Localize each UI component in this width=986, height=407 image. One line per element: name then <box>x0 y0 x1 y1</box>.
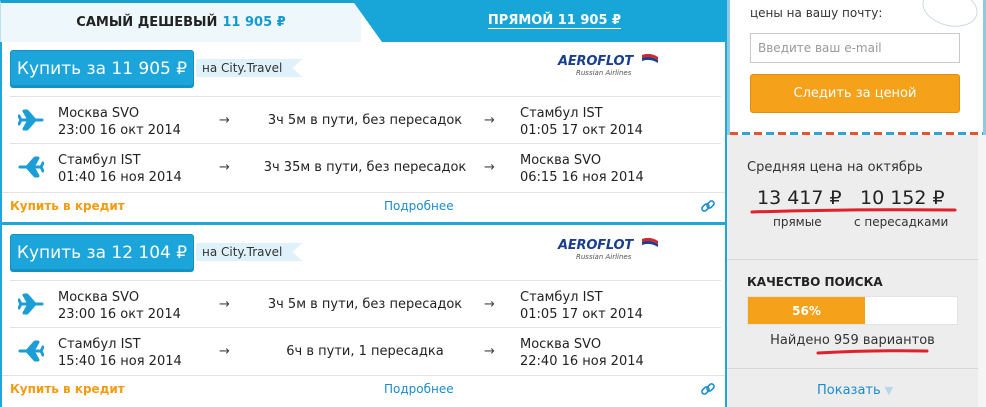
arrow-icon: → <box>484 160 495 175</box>
average-price: Средняя цена на октябрь 13 417 ₽ 10 152 … <box>727 138 978 260</box>
buy-button[interactable]: Купить за 12 104 ₽ <box>10 234 194 272</box>
departure: Стамбул IST 01:40 16 ноя 2014 <box>58 152 182 186</box>
airplane-icon <box>18 156 44 178</box>
departure: Стамбул IST 15:40 16 ноя 2014 <box>58 336 182 370</box>
tab-direct-label: ПРЯМОЙ 11 905 ₽ <box>487 13 622 29</box>
email-field[interactable] <box>750 33 960 63</box>
tab-cheapest-label: САМЫЙ ДЕШЕВЫЙ <box>76 15 218 30</box>
sidebar: цены на вашу почту: Следить за ценой Сре… <box>727 0 986 407</box>
credit-link[interactable]: Купить в кредит <box>10 382 125 396</box>
arrival: Москва SVO 22:40 16 ноя 2014 <box>520 336 644 370</box>
airline-subtitle: Russian Airlines <box>576 69 632 77</box>
link-icon[interactable] <box>700 381 716 397</box>
average-title: Средняя цена на октябрь <box>747 160 923 175</box>
arrow-icon: → <box>219 344 230 359</box>
airline-logo: AEROFLOT Russian Airlines <box>558 54 658 84</box>
arrow-icon: → <box>219 160 230 175</box>
duration: 3ч 35м в пути, без пересадок <box>263 160 467 175</box>
arrival: Москва SVO 06:15 16 ноя 2014 <box>520 152 644 186</box>
departure-city: Москва SVO <box>58 290 140 305</box>
highlight-underline <box>816 349 929 355</box>
details-link[interactable]: Подробнее <box>384 382 454 396</box>
duration: 3ч 5м в пути, без пересадок <box>267 113 463 128</box>
arrow-icon: → <box>484 297 495 312</box>
departure-city: Стамбул IST <box>58 337 141 352</box>
arrival-city: Стамбул IST <box>520 290 603 305</box>
departure-city: Москва SVO <box>58 106 140 121</box>
average-direct-label: прямые <box>773 215 822 229</box>
highlight-underline <box>750 208 957 214</box>
stamp-icon <box>918 0 982 33</box>
tab-cheapest[interactable]: САМЫЙ ДЕШЕВЫЙ 11 905 ₽ <box>0 0 361 42</box>
show-button[interactable]: Показать ▼ <box>817 383 893 398</box>
arrival-time: 01:05 17 окт 2014 <box>520 307 643 322</box>
arrival: Стамбул IST 01:05 17 окт 2014 <box>520 105 643 139</box>
result-card: Купить за 12 104 ₽ на City.Travel AEROFL… <box>0 222 727 407</box>
card-footer: Купить в кредит Подробнее <box>2 375 725 401</box>
card-footer: Купить в кредит Подробнее <box>2 192 725 218</box>
flight-segment[interactable]: Стамбул IST 01:40 16 ноя 2014 → 3ч 35м в… <box>10 143 721 190</box>
agent-label: на City.Travel <box>196 59 302 77</box>
tab-direct[interactable]: ПРЯМОЙ 11 905 ₽ <box>352 0 727 42</box>
arrival: Стамбул IST 01:05 17 окт 2014 <box>520 289 643 323</box>
airplane-icon <box>18 109 44 131</box>
airplane-icon <box>18 293 44 315</box>
departure-time: 15:40 16 ноя 2014 <box>58 354 182 369</box>
departure: Москва SVO 23:00 16 окт 2014 <box>58 105 181 139</box>
credit-link[interactable]: Купить в кредит <box>10 199 125 213</box>
sort-tabs: САМЫЙ ДЕШЕВЫЙ 11 905 ₽ ПРЯМОЙ 11 905 ₽ <box>0 0 727 42</box>
arrow-icon: → <box>219 297 230 312</box>
airline-logo: AEROFLOT Russian Airlines <box>558 238 658 268</box>
tab-cheapest-price: 11 905 ₽ <box>222 15 286 30</box>
duration: 6ч в пути, 1 пересадка <box>286 344 444 359</box>
arrow-icon: → <box>484 344 495 359</box>
show-label: Показать <box>817 383 881 398</box>
quality-title: КАЧЕСТВО ПОИСКА <box>747 275 883 289</box>
average-transfer-label: с пересадками <box>854 215 949 229</box>
subscribe-text: цены на вашу почту: <box>750 6 883 20</box>
average-direct-price[interactable]: 13 417 ₽ <box>757 187 842 209</box>
departure-time: 23:00 16 окт 2014 <box>58 307 181 322</box>
buy-button[interactable]: Купить за 11 905 ₽ <box>10 50 194 88</box>
duration: 3ч 5м в пути, без пересадок <box>267 297 463 312</box>
arrow-icon: → <box>219 113 230 128</box>
arrival-city: Москва SVO <box>520 153 602 168</box>
flight-segment[interactable]: Москва SVO 23:00 16 окт 2014 → 3ч 5м в п… <box>10 280 721 327</box>
found-count: Найдено 959 вариантов <box>770 333 935 348</box>
departure-city: Стамбул IST <box>58 153 141 168</box>
quality-progress: 56% <box>747 296 958 325</box>
arrow-icon: → <box>484 113 495 128</box>
results-column: САМЫЙ ДЕШЕВЫЙ 11 905 ₽ ПРЯМОЙ 11 905 ₽ К… <box>0 0 727 407</box>
airline-flag-icon <box>642 238 658 247</box>
quality-progress-fill: 56% <box>748 297 866 324</box>
departure-time: 23:00 16 окт 2014 <box>58 123 181 138</box>
quality-percent: 56% <box>792 303 821 318</box>
divider <box>727 368 978 369</box>
price-subscribe: цены на вашу почту: Следить за ценой <box>727 0 986 135</box>
scroll-gutter <box>978 135 986 407</box>
link-icon[interactable] <box>700 198 716 214</box>
arrival-time: 22:40 16 ноя 2014 <box>520 354 644 369</box>
search-quality: КАЧЕСТВО ПОИСКА 56% Найдено 959 варианто… <box>727 261 978 407</box>
departure: Москва SVO 23:00 16 окт 2014 <box>58 289 181 323</box>
flight-segment[interactable]: Москва SVO 23:00 16 окт 2014 → 3ч 5м в п… <box>10 96 721 143</box>
arrival-time: 06:15 16 ноя 2014 <box>520 170 644 185</box>
airplane-icon <box>18 340 44 362</box>
arrival-time: 01:05 17 окт 2014 <box>520 123 643 138</box>
airline-flag-icon <box>642 54 658 63</box>
details-link[interactable]: Подробнее <box>384 199 454 213</box>
track-price-button[interactable]: Следить за ценой <box>750 74 960 113</box>
arrival-city: Стамбул IST <box>520 106 603 121</box>
result-card: Купить за 11 905 ₽ на City.Travel AEROFL… <box>0 42 727 222</box>
chevron-down-icon: ▼ <box>884 384 894 397</box>
average-transfer-price[interactable]: 10 152 ₽ <box>860 187 945 209</box>
arrival-city: Москва SVO <box>520 337 602 352</box>
airline-subtitle: Russian Airlines <box>576 253 632 261</box>
departure-time: 01:40 16 ноя 2014 <box>58 170 182 185</box>
agent-label: на City.Travel <box>196 243 302 261</box>
flight-segment[interactable]: Стамбул IST 15:40 16 ноя 2014 → 6ч в пут… <box>10 327 721 374</box>
